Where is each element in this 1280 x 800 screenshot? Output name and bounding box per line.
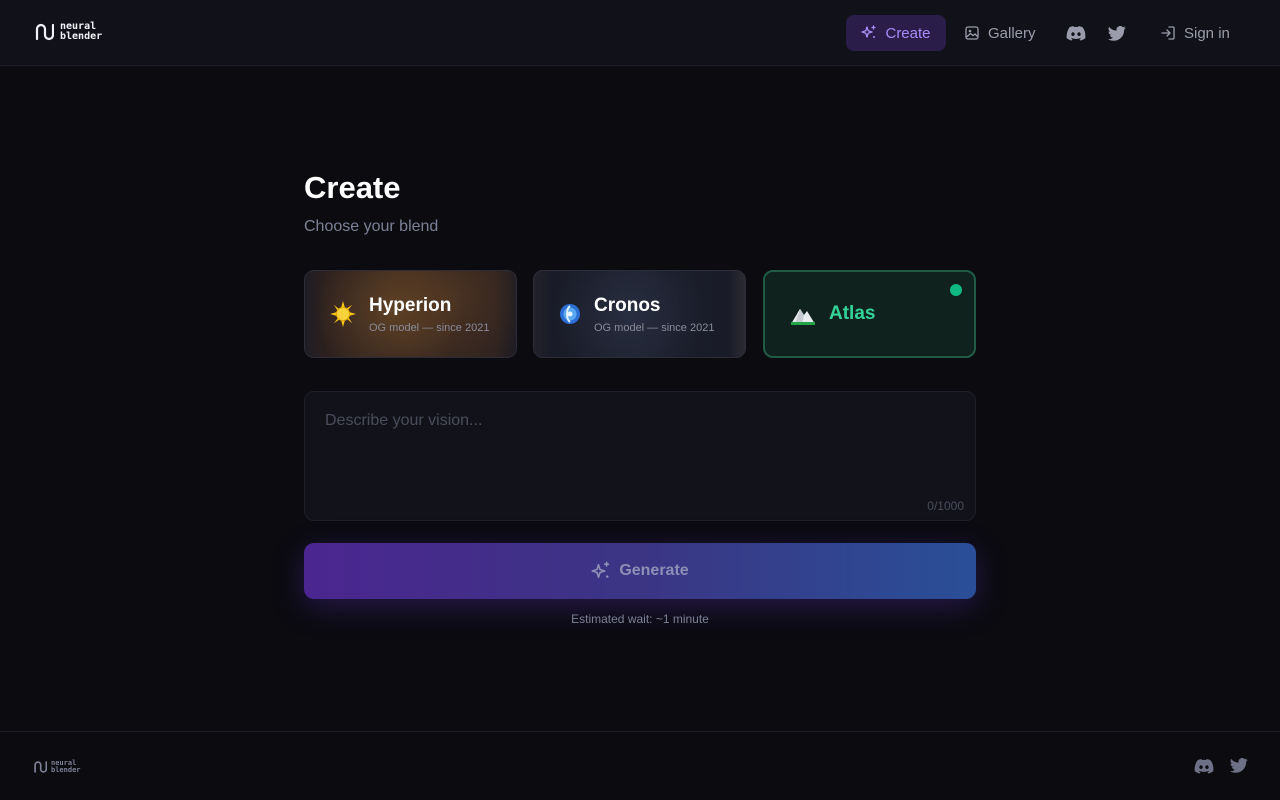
nav-gallery-label: Gallery (988, 24, 1036, 42)
prompt-input[interactable] (305, 392, 975, 520)
nav-create-label: Create (885, 24, 931, 42)
orb-icon (560, 304, 580, 324)
selected-indicator (950, 284, 962, 296)
footer: neural blender (0, 731, 1280, 800)
model-name: Atlas (829, 303, 876, 324)
image-icon (965, 26, 979, 40)
prompt-container: 0/1000 (304, 391, 976, 521)
sign-in-icon (1161, 26, 1175, 40)
model-card-hyperion[interactable]: Hyperion OG model — since 2021 (304, 270, 517, 358)
twitter-link[interactable] (1106, 22, 1128, 44)
sparkles-icon (861, 25, 877, 38)
top-navbar: neural blender Create Gallery Sign in (0, 0, 1280, 66)
model-subtitle: OG model — since 2021 (594, 321, 715, 334)
nav-create-button[interactable]: Create (846, 15, 946, 51)
model-selector: Hyperion OG model — since 2021 Cronos OG… (304, 270, 976, 358)
discord-icon (1066, 26, 1086, 41)
logo-icon (35, 23, 54, 41)
create-panel: Create Choose your blend Hyperion OG mod… (304, 170, 976, 626)
page-subtitle: Choose your blend (304, 218, 439, 235)
model-name: Hyperion (369, 294, 452, 316)
generate-button[interactable]: Generate (304, 543, 976, 599)
footer-brand-name: neural blender (51, 759, 81, 774)
sparkles-icon (591, 561, 610, 579)
char-counter: 0/1000 (927, 499, 964, 513)
discord-icon (1194, 759, 1214, 774)
footer-social (1194, 758, 1248, 779)
page-title: Create (304, 170, 401, 205)
discord-link[interactable] (1065, 22, 1087, 44)
model-card-cronos[interactable]: Cronos OG model — since 2021 (533, 270, 746, 358)
footer-twitter-link[interactable] (1230, 758, 1248, 779)
nav-gallery-link[interactable]: Gallery (964, 15, 1036, 51)
logo-icon (34, 761, 47, 773)
sun-icon (330, 301, 356, 327)
model-name: Cronos (594, 294, 661, 316)
mountain-icon (791, 309, 815, 325)
estimated-wait: Estimated wait: ~1 minute (571, 612, 709, 626)
sign-in-label: Sign in (1184, 24, 1230, 42)
twitter-icon (1108, 25, 1126, 41)
model-card-atlas[interactable]: Atlas (763, 270, 976, 358)
generate-label: Generate (619, 562, 689, 579)
sign-in-button[interactable]: Sign in (1160, 15, 1230, 51)
footer-logo[interactable]: neural blender (33, 760, 81, 774)
model-subtitle: OG model — since 2021 (369, 321, 490, 334)
footer-discord-link[interactable] (1194, 758, 1214, 779)
brand-name: neural blender (60, 21, 103, 42)
twitter-icon (1230, 758, 1248, 773)
brand-logo[interactable]: neural blender (34, 22, 102, 42)
